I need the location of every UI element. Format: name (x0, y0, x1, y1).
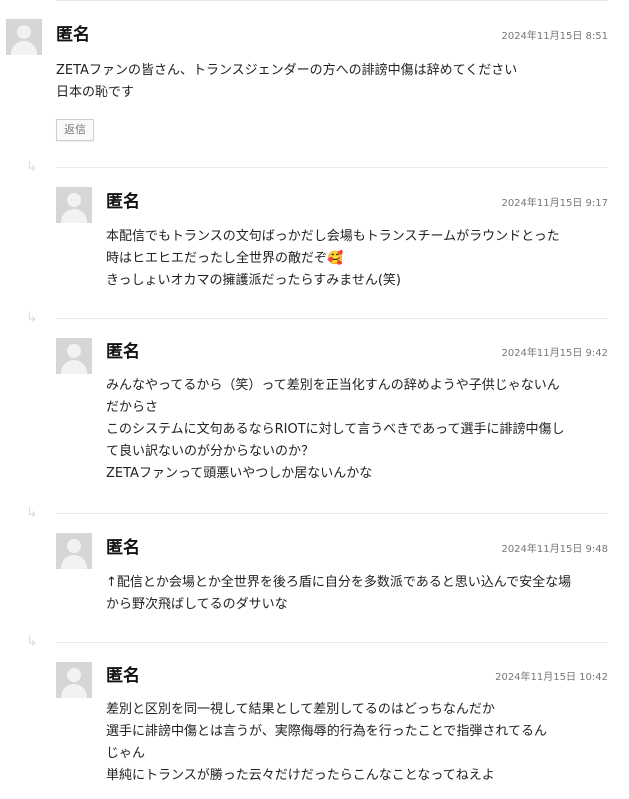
reply-arrow-icon: ↳ (26, 505, 38, 521)
divider (56, 513, 608, 514)
reply-button[interactable]: 返信 (56, 119, 94, 141)
divider (56, 318, 608, 319)
comment-author: 匿名 (56, 25, 90, 45)
comment-date: 2024年11月15日 9:48 (501, 544, 608, 555)
divider (56, 642, 608, 643)
comment-line: 時はヒエヒエだったし全世界の敵だぞ🥰 (106, 251, 344, 266)
comment-line: ↑配信とか会場とか全世界を後ろ盾に自分を多数派であると思い込んで安全な場 (106, 575, 572, 590)
comment-date: 2024年11月15日 8:51 (501, 31, 608, 42)
comment-line: じゃん (106, 746, 146, 761)
avatar (56, 533, 92, 569)
comment-line: て良い訳ないのが分からないのか？ (106, 444, 315, 459)
comment-line: 選手に誹謗中傷とは言うが、実際侮辱的行為を行ったことで指弾されてるん (106, 724, 547, 739)
comment-text: ↑配信とか会場とか全世界を後ろ盾に自分を多数派であると思い込んで安全な場 から野… (106, 572, 571, 616)
comment-line: 日本の恥です (56, 85, 135, 100)
comment-list: 匿名 2024年11月15日 8:51 ZETAファンの皆さん、トランスジェンダ… (0, 0, 629, 799)
avatar (56, 662, 92, 698)
reply-arrow-icon: ↳ (26, 634, 38, 650)
comment-text: みんなやってるから（笑）って差別を正当化すんの辞めようや子供じゃないん だからさ… (106, 375, 564, 485)
comment-date: 2024年11月15日 9:17 (501, 198, 608, 209)
comment-line: 本配信でもトランスの文句ばっかだし会場もトランスチームがラウンドとった (106, 229, 560, 244)
comment-line: 差別と区別を同一視して結果として差別してるのはどっちなんだか (106, 702, 495, 717)
reply-arrow-icon: ↳ (26, 159, 38, 175)
comment-date: 2024年11月15日 9:42 (501, 348, 608, 359)
reply-arrow-icon: ↳ (26, 310, 38, 326)
comment-text: ZETAファンの皆さん、トランスジェンダーの方への誹謗中傷は辞めてください 日本… (56, 60, 517, 104)
comment-author: 匿名 (106, 538, 140, 558)
avatar (56, 187, 92, 223)
comment-date: 2024年11月15日 10:42 (495, 672, 608, 683)
comment-author: 匿名 (106, 192, 140, 212)
comment-line: から野次飛ばしてるのダサいな (106, 597, 288, 612)
comment-author: 匿名 (106, 666, 140, 686)
comment-text: 本配信でもトランスの文句ばっかだし会場もトランスチームがラウンドとった 時はヒエ… (106, 226, 560, 292)
divider (56, 167, 608, 168)
comment-author: 匿名 (106, 342, 140, 362)
avatar (6, 19, 42, 55)
comment-line: ZETAファンの皆さん、トランスジェンダーの方への誹謗中傷は辞めてください (56, 63, 518, 78)
comment-line: みんなやってるから（笑）って差別を正当化すんの辞めようや子供じゃないん (106, 378, 560, 393)
comment-line: このシステムに文句あるならRIOTに対して言うべきであって選手に誹謗中傷し (106, 422, 565, 437)
comment-line: ZETAファンって頭悪いやつしか居ないんかな (106, 466, 373, 481)
comment-text: 差別と区別を同一視して結果として差別してるのはどっちなんだか 選手に誹謗中傷とは… (106, 699, 547, 787)
comment-line: だからさ (106, 400, 159, 415)
comment-line: きっしょいオカマの擁護派だったらすみません(笑) (106, 273, 401, 288)
avatar (56, 338, 92, 374)
divider (56, 0, 608, 1)
comment-line: 単純にトランスが勝った云々だけだったらこんなことなってねえよ (106, 768, 495, 783)
